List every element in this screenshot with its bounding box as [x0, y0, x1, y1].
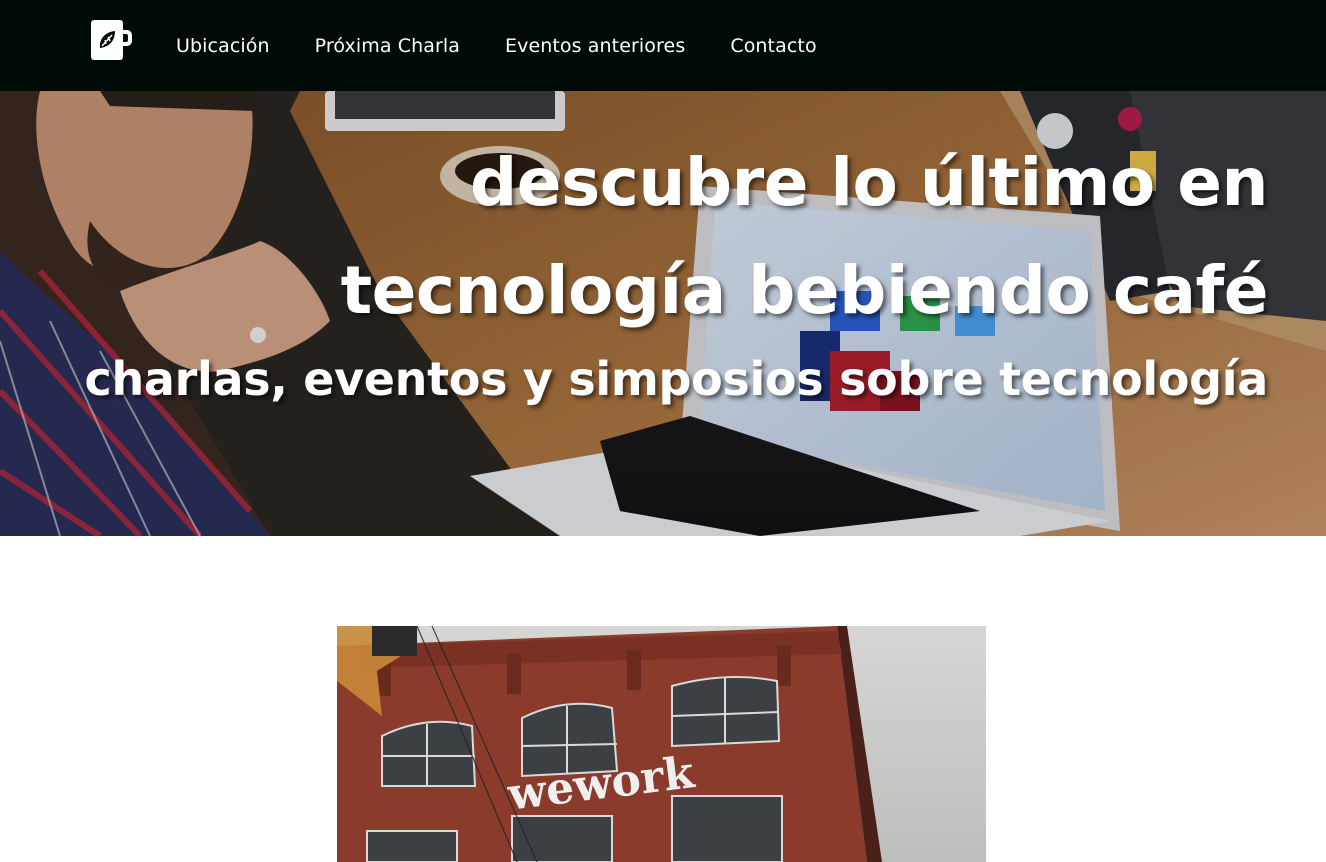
hero-subtitle: charlas, eventos y simposios sobre tecno…: [84, 352, 1268, 406]
top-navbar: Ubicación Próxima Charla Eventos anterio…: [0, 0, 1326, 91]
nav-link-contacto[interactable]: Contacto: [730, 35, 816, 57]
nav-link-proxima-charla[interactable]: Próxima Charla: [315, 35, 460, 57]
venue-image: wework: [337, 626, 986, 862]
nav-link-eventos-anteriores[interactable]: Eventos anteriores: [505, 35, 685, 57]
coffee-cup-logo-icon[interactable]: [90, 19, 132, 61]
venue-building-photo: wework: [337, 626, 986, 862]
main-nav: Ubicación Próxima Charla Eventos anterio…: [176, 0, 862, 91]
hero-title-line1: descubre lo último en: [470, 144, 1269, 221]
hero-banner: descubre lo último en tecnología bebiend…: [0, 91, 1326, 536]
hero-title: descubre lo último en tecnología bebiend…: [84, 129, 1269, 345]
hero-text: descubre lo último en tecnología bebiend…: [84, 129, 1268, 411]
hero-title-line2: tecnología bebiendo café: [340, 252, 1269, 329]
nav-link-ubicacion[interactable]: Ubicación: [176, 35, 270, 57]
